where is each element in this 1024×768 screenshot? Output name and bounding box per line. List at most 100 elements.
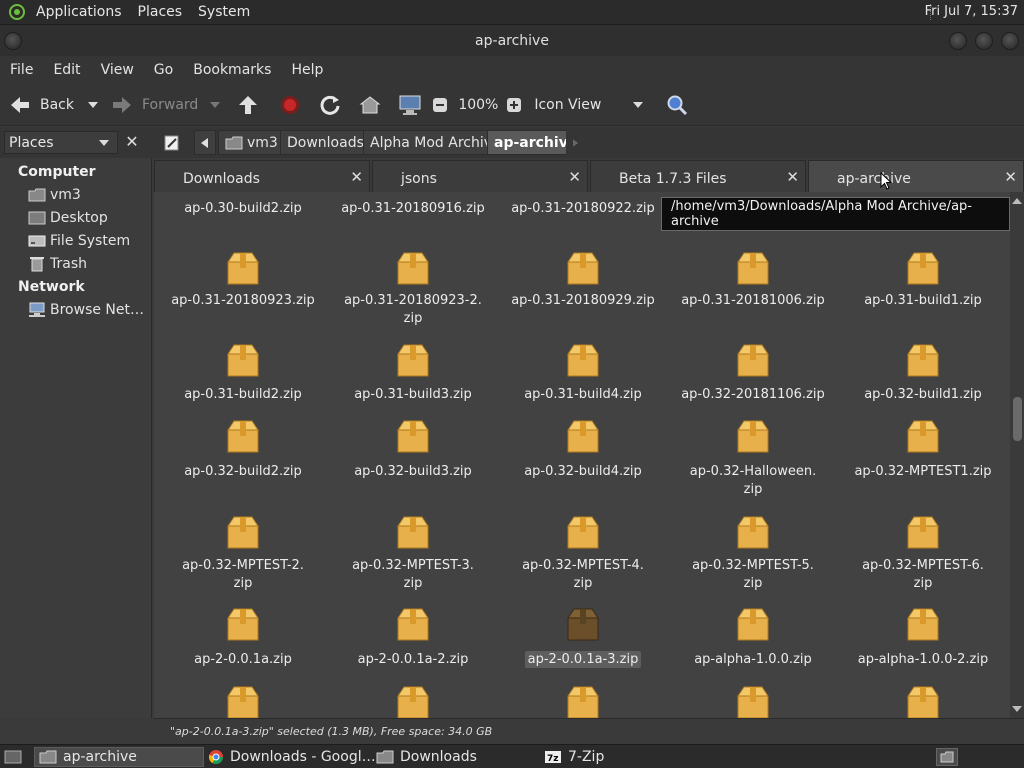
file-item[interactable]: ap-0.31-20180916.zip (328, 192, 498, 242)
panel-menu-applications[interactable]: Applications (28, 4, 130, 20)
tab-label: ap-archive (837, 171, 911, 187)
breadcrumb-vm3[interactable]: vm3 (218, 130, 285, 155)
show-desktop-icon[interactable] (4, 749, 22, 765)
file-item[interactable]: ap-0.32-MPTEST1.zip (838, 418, 1008, 508)
file-item[interactable]: ap-0.31-20180923-2. zip (328, 250, 498, 340)
file-name: ap-alpha-1.0.0-2.zip (857, 652, 989, 667)
stop-icon[interactable] (278, 93, 302, 117)
up-arrow-icon[interactable] (236, 93, 260, 117)
menu-go[interactable]: Go (144, 62, 183, 78)
taskbar-item-chrome[interactable]: Downloads - Googl… (204, 747, 376, 767)
back-history-dropdown[interactable] (88, 101, 98, 108)
file-item[interactable] (498, 684, 668, 718)
reload-icon[interactable] (318, 93, 342, 117)
sidebar-item-trash[interactable]: Trash (28, 254, 87, 274)
menu-view[interactable]: View (91, 62, 144, 78)
sidebar-item-vm3[interactable]: vm3 (28, 185, 81, 205)
view-mode-select[interactable]: Icon View (534, 90, 601, 120)
home-icon[interactable] (358, 93, 382, 117)
close-icon[interactable]: ✕ (786, 168, 799, 186)
tab-ap-archive[interactable]: ap-archive ✕ (808, 160, 1024, 192)
window-menu-button[interactable] (4, 32, 22, 50)
search-icon[interactable] (665, 93, 689, 117)
close-window-button[interactable] (1001, 32, 1019, 50)
menu-help[interactable]: Help (281, 62, 333, 78)
file-icon-view[interactable]: ap-0.30-build2.zip ap-0.31-20180916.zip ap… (154, 192, 1010, 718)
sidebar-item-browse-network[interactable]: Browse Net… (28, 300, 144, 320)
menu-edit[interactable]: Edit (43, 62, 90, 78)
breadcrumb-downloads[interactable]: Downloads (280, 130, 371, 155)
workspace-switcher-icon[interactable] (936, 748, 958, 766)
sidebar-item-label: Browse Net… (50, 302, 145, 318)
file-item[interactable]: ap-0.32-build3.zip (328, 418, 498, 508)
scroll-up-arrow[interactable] (1012, 198, 1022, 204)
forward-history-dropdown[interactable] (210, 101, 221, 108)
file-item[interactable]: ap-0.30-build2.zip (158, 192, 328, 242)
file-item[interactable]: ap-0.32-MPTEST-5. zip (668, 514, 838, 604)
file-name: ap-0.32-build2.zip (184, 464, 302, 479)
file-item[interactable]: ap-0.31-20180923.zip (158, 250, 328, 340)
file-item[interactable]: ap-0.31-build1.zip (838, 250, 1008, 340)
close-icon[interactable]: ✕ (350, 168, 363, 186)
taskbar-item-downloads[interactable]: Downloads (372, 747, 540, 767)
file-item[interactable]: ap-0.32-MPTEST-2. zip (158, 514, 328, 604)
breadcrumb-right-arrow[interactable] (566, 130, 586, 155)
file-item[interactable]: ap-0.32-MPTEST-6. zip (838, 514, 1008, 604)
sidebar-item-desktop[interactable]: Desktop (28, 208, 108, 228)
location-bar-row: Places ✕ vm3 Downloads Alpha Mod Archive… (0, 127, 1024, 158)
file-item[interactable] (158, 684, 328, 718)
file-item[interactable]: ap-0.31-20180929.zip (498, 250, 668, 340)
edit-location-icon[interactable] (160, 131, 184, 155)
zoom-level[interactable]: 100% (458, 90, 498, 120)
file-name: ap-0.32-MPTEST-6. zip (862, 558, 984, 591)
tab-jsons[interactable]: jsons ✕ (372, 160, 588, 192)
scroll-down-arrow[interactable] (1012, 706, 1022, 712)
gnome-foot-icon[interactable] (6, 2, 28, 22)
file-item[interactable]: ap-2-0.0.1a-3.zip (498, 606, 668, 696)
maximize-button[interactable] (975, 32, 993, 50)
computer-icon[interactable] (398, 93, 422, 117)
vertical-scrollbar[interactable] (1010, 192, 1024, 718)
view-mode-dropdown[interactable] (633, 101, 644, 108)
taskbar-item-ap-archive[interactable]: ap-archive (34, 747, 204, 767)
tab-downloads[interactable]: Downloads ✕ (154, 160, 370, 192)
close-icon[interactable]: ✕ (568, 168, 581, 186)
minimize-button[interactable] (949, 32, 967, 50)
file-item[interactable]: ap-0.31-20181006.zip (668, 250, 838, 340)
file-item[interactable]: ap-alpha-1.0.0.zip (668, 606, 838, 696)
close-icon[interactable]: ✕ (1004, 168, 1017, 186)
file-item[interactable]: ap-0.31-20180922.zip (498, 192, 668, 242)
breadcrumb-left-arrow[interactable] (194, 130, 216, 155)
file-item[interactable]: ap-0.32-Halloween. zip (668, 418, 838, 508)
taskbar-item-7zip[interactable]: 7z 7-Zip (540, 747, 708, 767)
file-item[interactable]: ap-0.32-build2.zip (158, 418, 328, 508)
tab-beta-files[interactable]: Beta 1.7.3 Files ✕ (590, 160, 806, 192)
menu-bookmarks[interactable]: Bookmarks (183, 62, 281, 78)
file-item[interactable]: ap-0.32-MPTEST-4. zip (498, 514, 668, 604)
window-titlebar[interactable]: ap-archive (0, 25, 1024, 56)
breadcrumb-alpha-mod-archive[interactable]: Alpha Mod Archive (363, 130, 508, 155)
zoom-out-icon[interactable] (428, 93, 452, 117)
file-item[interactable]: ap-0.32-build4.zip (498, 418, 668, 508)
zoom-in-icon[interactable] (502, 93, 526, 117)
close-sidebar-icon[interactable]: ✕ (122, 132, 142, 152)
file-name: ap-0.31-build4.zip (524, 387, 642, 402)
file-item[interactable]: ap-2-0.0.1a.zip (158, 606, 328, 696)
file-item[interactable]: ap-0.32-MPTEST-3. zip (328, 514, 498, 604)
file-item[interactable] (328, 684, 498, 718)
scrollbar-thumb[interactable] (1013, 397, 1022, 441)
panel-menu-places[interactable]: Places (130, 4, 191, 20)
back-button[interactable]: Back (8, 90, 74, 120)
panel-menu-system[interactable]: System (190, 4, 258, 20)
desktop-icon (28, 210, 46, 226)
panel-clock[interactable]: Fri Jul 7, 15:37 (925, 4, 1018, 19)
file-item[interactable] (838, 684, 1008, 718)
forward-button[interactable]: Forward (110, 90, 198, 120)
menu-file[interactable]: File (0, 62, 43, 78)
places-sidebar: Computer vm3 Desktop File System Trash N… (0, 158, 152, 718)
sidebar-type-select[interactable]: Places (4, 131, 118, 154)
sidebar-item-file-system[interactable]: File System (28, 231, 130, 251)
file-item[interactable] (668, 684, 838, 718)
file-item[interactable]: ap-alpha-1.0.0-2.zip (838, 606, 1008, 696)
file-item[interactable]: ap-2-0.0.1a-2.zip (328, 606, 498, 696)
